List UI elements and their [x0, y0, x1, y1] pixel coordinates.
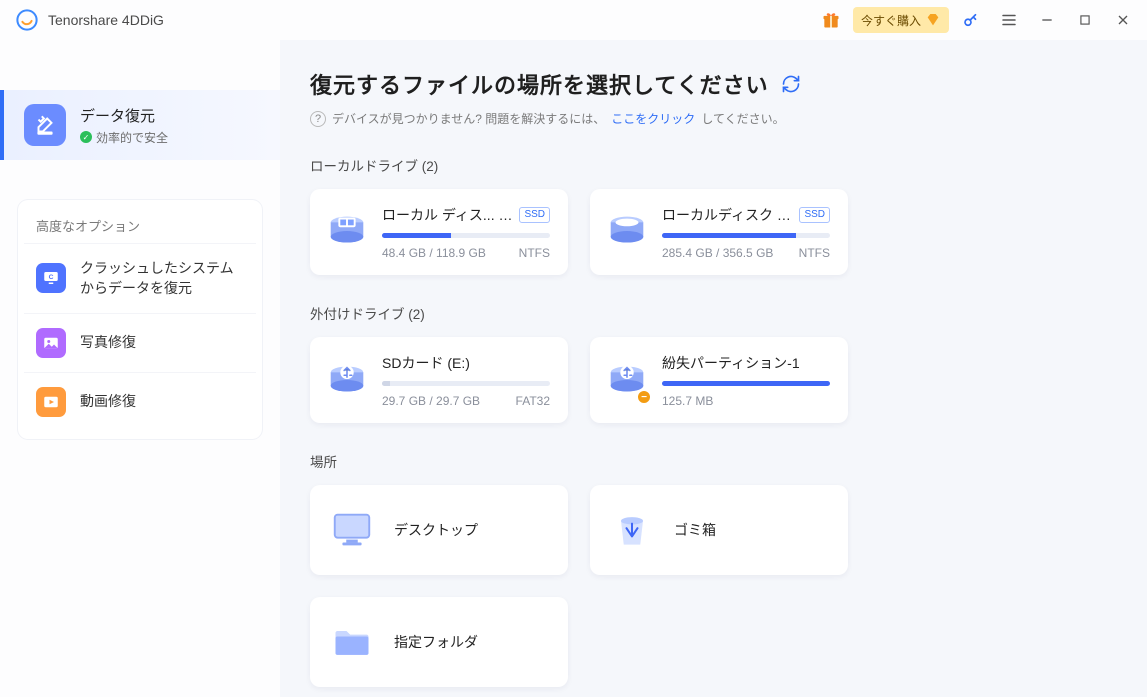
drive-name: 紛失パーティション-1: [662, 353, 800, 373]
trash-icon: [608, 506, 656, 554]
location-label: 指定フォルダ: [394, 632, 478, 652]
drive-usage: 285.4 GB / 356.5 GB: [662, 246, 773, 260]
adv-item-label: 写真修復: [80, 332, 136, 352]
hdd-icon: [324, 209, 370, 255]
drive-card-lost-partition[interactable]: − 紛失パーティション-1 125.7 MB: [590, 337, 848, 423]
nav-primary-subtitle: ✓ 効率的で安全: [80, 129, 168, 146]
location-recycle-bin[interactable]: ゴミ箱: [590, 485, 848, 575]
help-text-suffix: してください。: [701, 110, 784, 127]
advanced-options-header: 高度なオプション: [24, 216, 256, 243]
location-desktop[interactable]: デスクトップ: [310, 485, 568, 575]
ssd-badge: SSD: [519, 207, 550, 223]
advanced-options-panel: 高度なオプション C クラッシュしたシステムからデータを復元 写真修復 動画修復: [18, 200, 262, 439]
drive-fs: NTFS: [799, 246, 830, 260]
ssd-badge: SSD: [799, 207, 830, 223]
minimize-button[interactable]: [1031, 4, 1063, 36]
drive-name: SDカード (E:): [382, 353, 470, 373]
titlebar-actions: 今すぐ購入: [815, 4, 1139, 36]
usb-drive-icon: −: [604, 357, 650, 403]
drive-fs: NTFS: [519, 246, 550, 260]
drive-card-d[interactable]: ローカルディスク (D:) SSD 285.4 GB / 356.5 GB NT…: [590, 189, 848, 275]
adv-item-photo-repair[interactable]: 写真修復: [24, 313, 256, 372]
tools-icon: [24, 104, 66, 146]
section-local-drives: ローカルドライブ (2) ローカル ディス... (C:) SSD 48.4 G…: [310, 155, 1107, 275]
drive-name: ローカルディスク (D:): [662, 205, 793, 225]
monitor-icon: C: [36, 263, 66, 293]
maximize-button[interactable]: [1069, 4, 1101, 36]
adv-item-label: 動画修復: [80, 391, 136, 411]
sidebar: データ復元 ✓ 効率的で安全 高度なオプション C クラッシュしたシステムからデ…: [0, 40, 280, 697]
section-locations-title: 場所: [310, 451, 1107, 471]
adv-item-video-repair[interactable]: 動画修復: [24, 372, 256, 431]
close-button[interactable]: [1107, 4, 1139, 36]
section-external-drives: 外付けドライブ (2) SDカード (E:) 29.7 GB / 29.7 GB…: [310, 303, 1107, 423]
photo-icon: [36, 328, 66, 358]
app-logo-icon: [16, 9, 38, 31]
app-title: Tenorshare 4DDiG: [48, 12, 164, 28]
nav-primary-title: データ復元: [80, 105, 168, 126]
help-link[interactable]: ここをクリック: [611, 110, 695, 127]
section-locations: 場所 デスクトップ ゴミ箱: [310, 451, 1107, 687]
drive-card-c[interactable]: ローカル ディス... (C:) SSD 48.4 GB / 118.9 GB …: [310, 189, 568, 275]
help-text-prefix: デバイスが見つかりません? 問題を解決するには、: [332, 110, 605, 127]
adv-item-label: クラッシュしたシステムからデータを復元: [80, 258, 244, 299]
svg-text:C: C: [49, 274, 54, 281]
adv-item-crash-recovery[interactable]: C クラッシュしたシステムからデータを復元: [24, 243, 256, 313]
titlebar: Tenorshare 4DDiG 今すぐ購入: [0, 0, 1147, 40]
usage-bar: [662, 233, 830, 238]
usage-bar: [662, 381, 830, 386]
drive-usage: 29.7 GB / 29.7 GB: [382, 394, 480, 408]
section-external-title: 外付けドライブ (2): [310, 303, 1107, 323]
diamond-icon: [925, 12, 941, 28]
page-title: 復元するファイルの場所を選択してください: [310, 68, 769, 100]
drive-fs: FAT32: [516, 394, 550, 408]
usage-bar: [382, 233, 550, 238]
folder-icon: [328, 618, 376, 666]
warning-badge-icon: −: [636, 389, 652, 405]
main-content: 復元するファイルの場所を選択してください ? デバイスが見つかりません? 問題を…: [280, 40, 1147, 697]
location-select-folder[interactable]: 指定フォルダ: [310, 597, 568, 687]
buy-now-label: 今すぐ購入: [861, 12, 921, 29]
drive-usage: 48.4 GB / 118.9 GB: [382, 246, 486, 260]
location-label: ゴミ箱: [674, 520, 716, 540]
help-icon: ?: [310, 111, 326, 127]
nav-data-recovery[interactable]: データ復元 ✓ 効率的で安全: [0, 90, 280, 160]
section-local-title: ローカルドライブ (2): [310, 155, 1107, 175]
video-icon: [36, 387, 66, 417]
shield-check-icon: ✓: [80, 131, 92, 143]
buy-now-button[interactable]: 今すぐ購入: [853, 7, 949, 33]
usb-drive-icon: [324, 357, 370, 403]
key-icon[interactable]: [955, 4, 987, 36]
hdd-icon: [604, 209, 650, 255]
gift-icon[interactable]: [815, 4, 847, 36]
drive-usage: 125.7 MB: [662, 394, 713, 408]
drive-card-sd[interactable]: SDカード (E:) 29.7 GB / 29.7 GB FAT32: [310, 337, 568, 423]
refresh-icon[interactable]: [781, 74, 801, 94]
location-label: デスクトップ: [394, 520, 478, 540]
help-line: ? デバイスが見つかりません? 問題を解決するには、 ここをクリック してくださ…: [310, 110, 1107, 127]
desktop-icon: [328, 506, 376, 554]
menu-icon[interactable]: [993, 4, 1025, 36]
usage-bar: [382, 381, 550, 386]
drive-name: ローカル ディス... (C:): [382, 205, 513, 225]
